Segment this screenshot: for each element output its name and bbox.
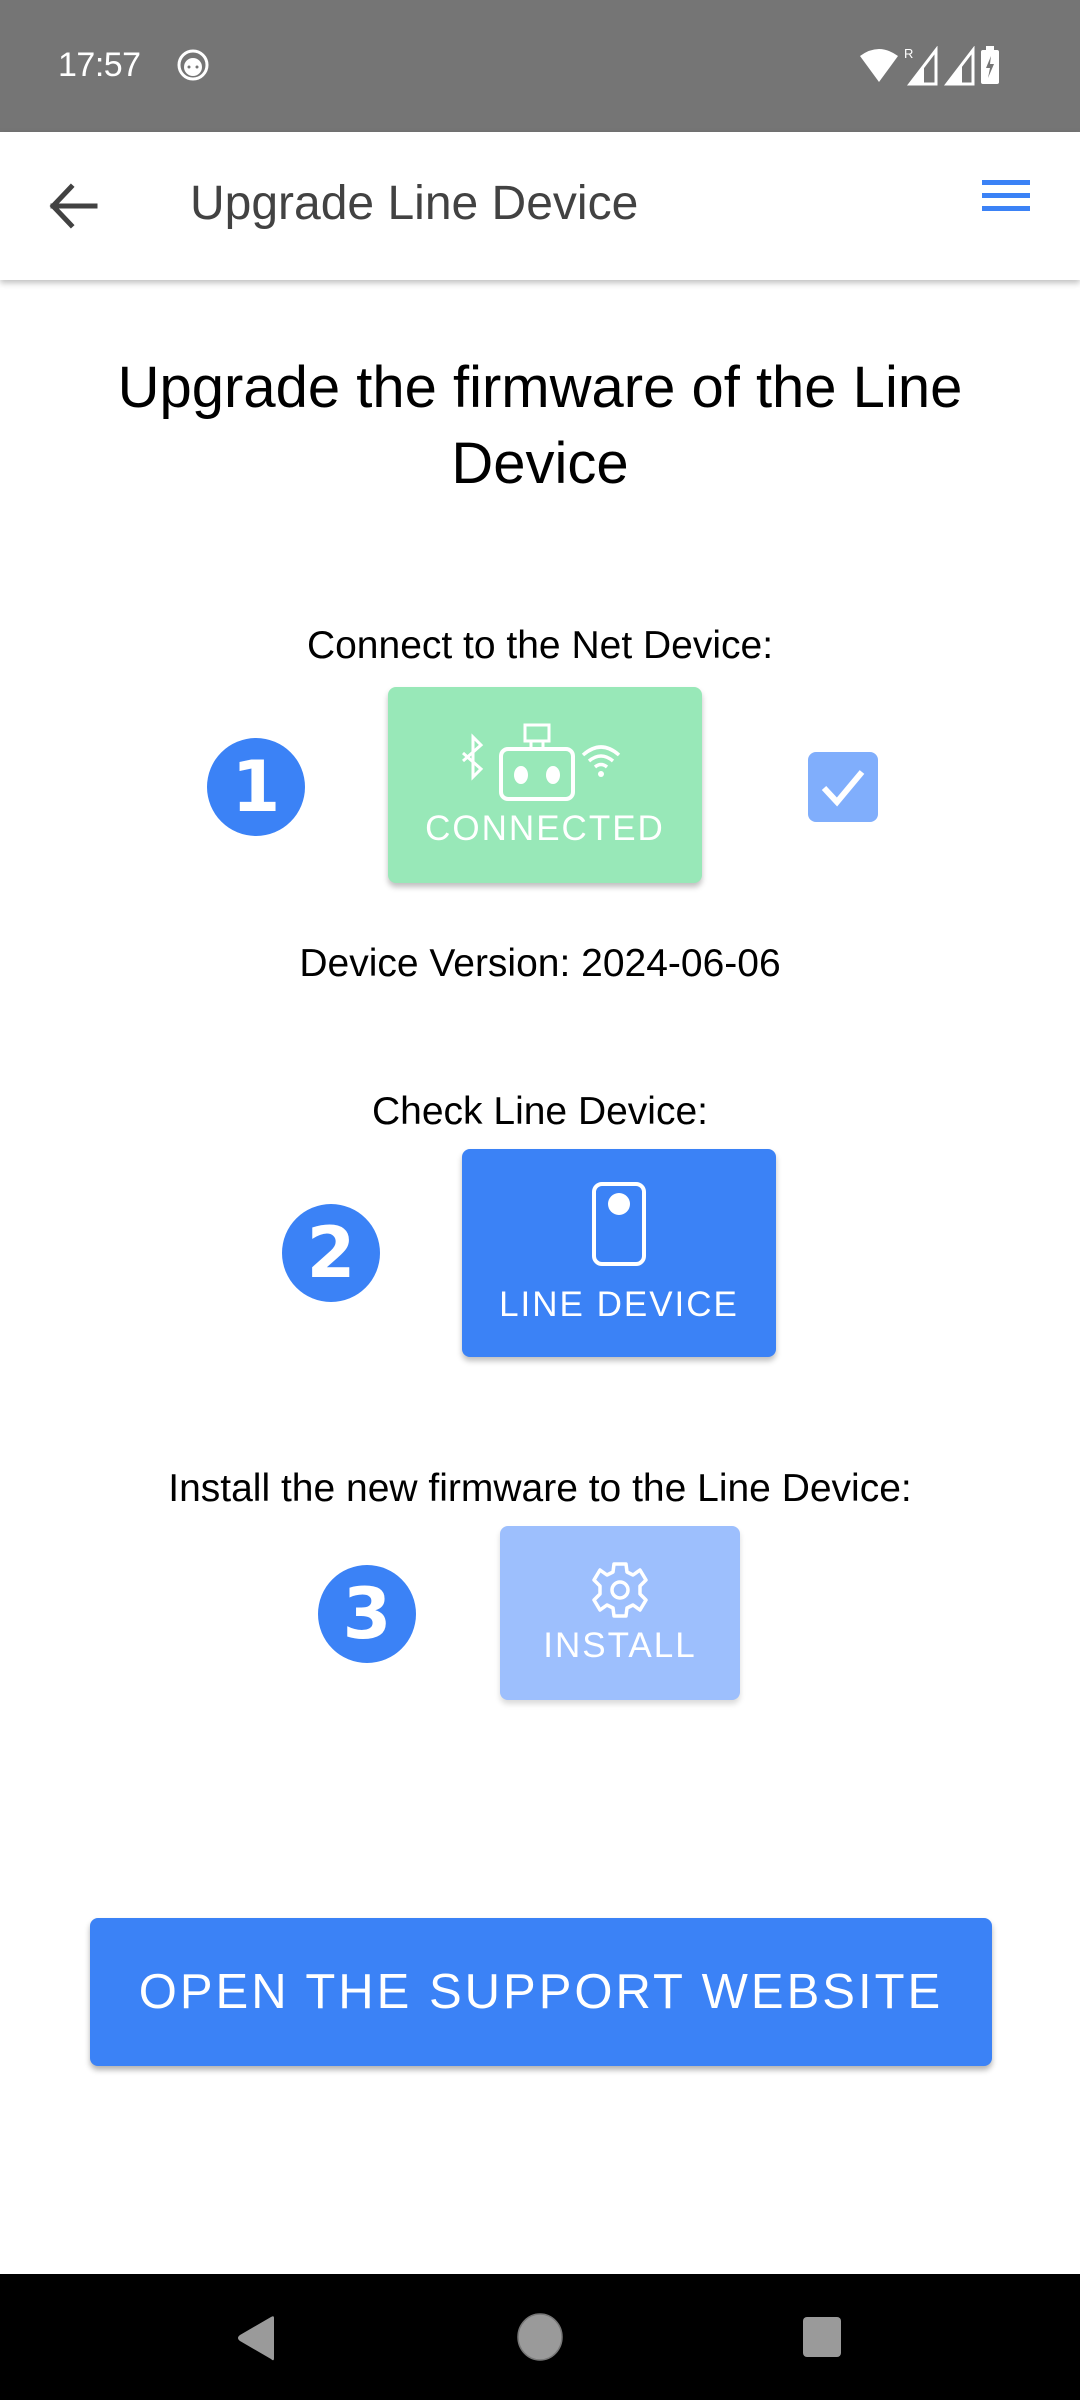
bluetooth-robot-wifi-icon	[462, 723, 621, 801]
battery-charging-icon	[981, 46, 999, 84]
nav-back-icon[interactable]	[234, 2314, 280, 2362]
hamburger-menu-icon	[982, 180, 1030, 211]
system-nav-bar	[0, 2274, 1080, 2400]
line-device-button-label: LINE DEVICE	[499, 1285, 739, 1324]
step-1-number-icon: 1	[207, 738, 305, 836]
app-title: Upgrade Line Device	[190, 177, 639, 230]
back-button[interactable]	[40, 172, 108, 240]
nav-home-icon[interactable]	[516, 2312, 564, 2362]
notification-app-icon	[177, 49, 209, 81]
status-bar: 17:57 R	[0, 0, 1080, 132]
svg-text:R: R	[904, 46, 913, 61]
signal-icon	[944, 46, 975, 86]
status-time: 17:57	[58, 46, 141, 84]
wifi-icon	[860, 49, 898, 82]
connected-checkbox[interactable]	[808, 752, 878, 822]
open-support-website-button[interactable]: OPEN THE SUPPORT WEBSITE	[90, 1918, 992, 2066]
install-button[interactable]: INSTALL	[500, 1526, 740, 1700]
checkmark-icon	[821, 770, 865, 807]
arrow-left-icon	[49, 183, 98, 229]
step-3-label: Install the new firmware to the Line Dev…	[168, 1467, 912, 1510]
nav-recents-icon[interactable]	[802, 2316, 842, 2358]
connect-button-label: CONNECTED	[425, 809, 665, 848]
device-icon	[592, 1182, 646, 1266]
step-2-number-icon: 2	[282, 1204, 380, 1302]
device-version: Device Version: 2024-06-06	[299, 942, 781, 985]
line-device-button[interactable]: LINE DEVICE	[462, 1149, 776, 1357]
step-1-label: Connect to the Net Device:	[306, 624, 774, 667]
menu-button[interactable]	[972, 162, 1040, 230]
connect-net-device-button[interactable]: CONNECTED	[388, 687, 702, 883]
page-heading: Upgrade the firmware of the Line Device	[117, 355, 963, 496]
gear-icon	[592, 1562, 648, 1618]
install-button-label: INSTALL	[543, 1626, 697, 1665]
step-3-number-icon: 3	[318, 1565, 416, 1663]
status-icons: R	[858, 46, 1000, 86]
step-2-label: Check Line Device:	[372, 1090, 708, 1133]
main-content: Upgrade the firmware of the Line Device …	[0, 280, 1080, 2270]
signal-roaming-icon: R	[904, 46, 938, 86]
app-bar: Upgrade Line Device	[0, 132, 1080, 280]
